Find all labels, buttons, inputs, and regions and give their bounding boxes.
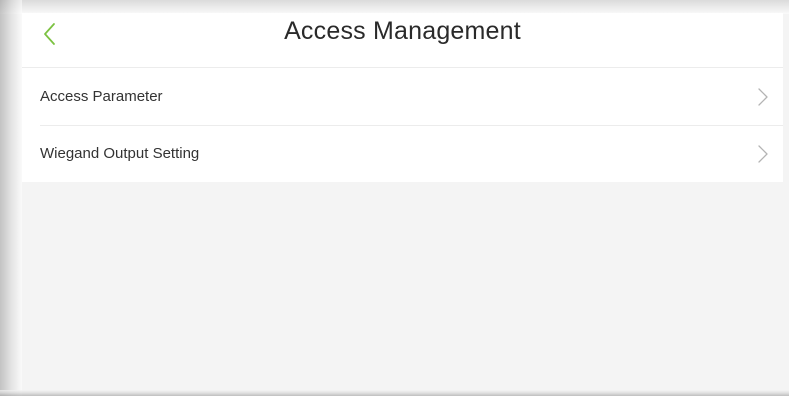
page-title: Access Management — [284, 17, 521, 45]
list-item-label: Wiegand Output Setting — [40, 145, 200, 162]
device-frame: Access Management Access Parameter Wiega… — [0, 0, 789, 396]
frame-shadow-top — [0, 0, 789, 14]
list-item-wiegand-output-setting[interactable]: Wiegand Output Setting — [22, 125, 783, 182]
screen: Access Management Access Parameter Wiega… — [22, 13, 783, 392]
list-item-label: Access Parameter — [40, 88, 163, 105]
list-item-access-parameter[interactable]: Access Parameter — [22, 68, 783, 125]
frame-shadow-bottom — [0, 390, 789, 396]
chevron-right-icon — [758, 87, 768, 106]
chevron-right-icon — [758, 144, 768, 163]
settings-list: Access Parameter Wiegand Output Setting — [22, 68, 783, 182]
frame-shadow-left — [0, 0, 22, 396]
app-header: Access Management — [22, 13, 783, 68]
